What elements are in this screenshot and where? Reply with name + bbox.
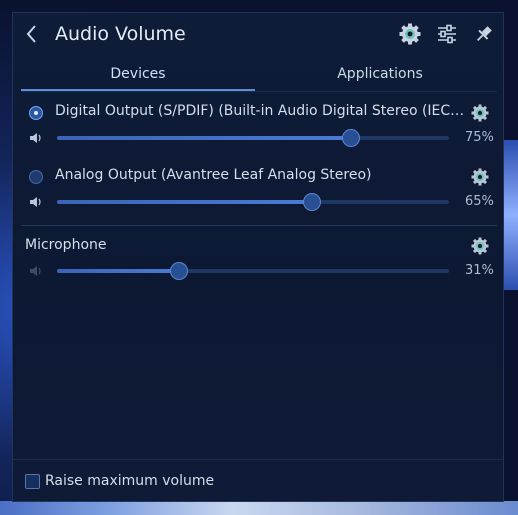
tab-devices[interactable]: Devices	[21, 61, 255, 91]
tabs-divider	[21, 91, 497, 92]
volume-slider[interactable]	[57, 193, 449, 211]
volume-percent: 65%	[465, 194, 494, 209]
tab-bar: Devices Applications	[21, 61, 497, 93]
device-default-radio[interactable]	[29, 170, 43, 184]
slider-handle[interactable]	[169, 262, 188, 280]
pin-icon[interactable]	[473, 23, 495, 45]
raise-max-volume-label[interactable]: Raise maximum volume	[45, 473, 214, 489]
slider-handle[interactable]	[302, 193, 321, 211]
volume-percent: 31%	[465, 263, 494, 278]
volume-percent: 75%	[465, 130, 494, 145]
mixer-icon[interactable]	[436, 23, 458, 45]
slider-fill	[57, 269, 179, 273]
chevron-left-icon	[26, 25, 36, 43]
speaker-muted-icon[interactable]	[29, 265, 43, 277]
device-settings-icon[interactable]	[471, 104, 489, 122]
tab-devices-label: Devices	[110, 66, 166, 82]
audio-volume-panel: Audio Volume Devices Applications Digita…	[12, 12, 504, 502]
section-divider	[21, 225, 497, 226]
microphone-settings-icon[interactable]	[471, 237, 489, 255]
device-settings-icon[interactable]	[471, 168, 489, 186]
device-label: Analog Output (Avantree Leaf Analog Ster…	[55, 167, 372, 183]
device-default-radio[interactable]	[29, 106, 43, 120]
desktop-background	[0, 501, 518, 515]
raise-max-volume-checkbox[interactable]	[25, 474, 40, 489]
slider-handle[interactable]	[342, 129, 360, 147]
footer-divider	[13, 459, 503, 460]
slider-fill	[57, 136, 351, 140]
speaker-icon[interactable]	[29, 196, 43, 208]
microphone-label: Microphone	[25, 237, 107, 253]
device-label: Digital Output (S/PDIF) (Built-in Audio …	[55, 103, 465, 119]
settings-icon[interactable]	[399, 23, 421, 45]
speaker-icon[interactable]	[29, 132, 43, 144]
tab-applications-label: Applications	[337, 66, 423, 82]
panel-header: Audio Volume	[13, 13, 503, 57]
microphone-slider[interactable]	[57, 262, 449, 280]
volume-slider[interactable]	[57, 129, 449, 147]
slider-fill	[57, 200, 312, 204]
tab-applications[interactable]: Applications	[263, 61, 497, 91]
page-title: Audio Volume	[55, 23, 186, 45]
back-icon[interactable]	[25, 23, 41, 45]
